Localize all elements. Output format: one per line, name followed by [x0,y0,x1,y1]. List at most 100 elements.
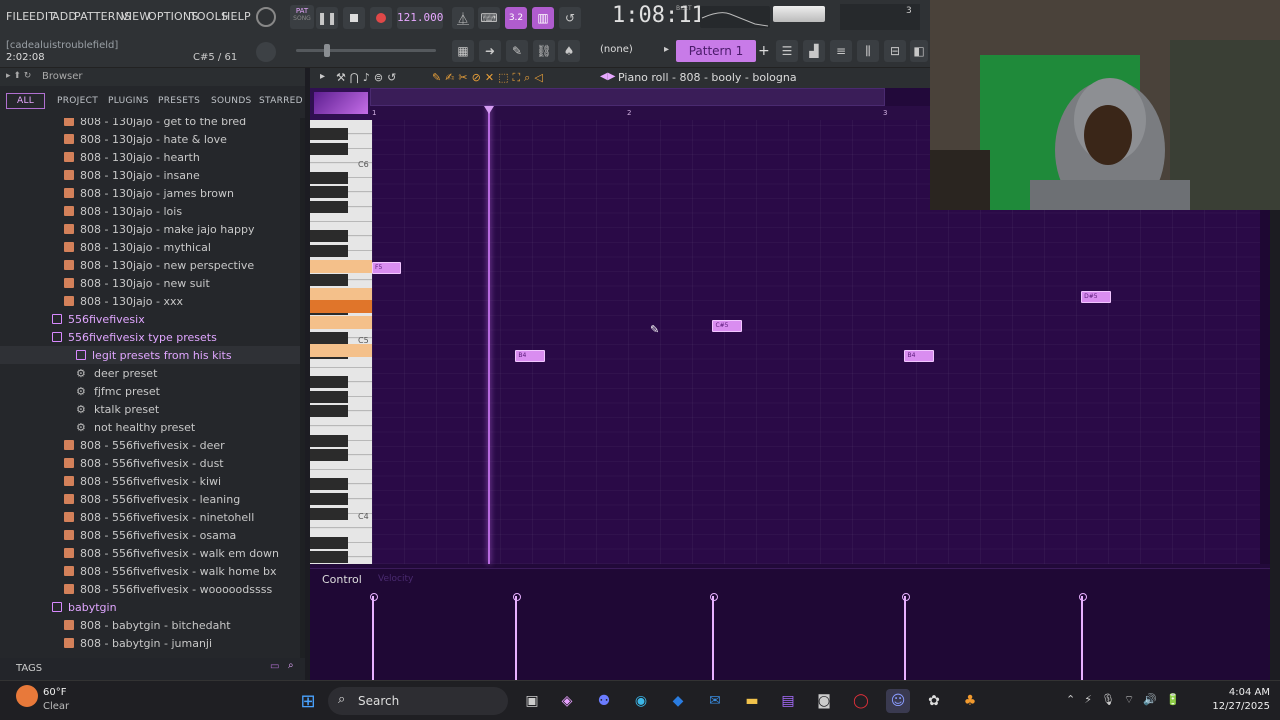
black-key[interactable] [310,244,348,257]
browser-item[interactable]: 808 - 556fivefivesix - dust [0,454,305,472]
black-key[interactable] [310,142,348,155]
browser-preset[interactable]: ⚙ ktalk preset [0,400,305,418]
tempo-display[interactable]: 121.000 [397,7,443,29]
tab-project[interactable]: PROJECT [57,96,98,106]
browser-folder[interactable]: 556fivefivesix [0,310,305,328]
mixer-button[interactable]: ≡ [830,40,852,62]
faders-button[interactable]: ⫼ [857,40,879,62]
menu-view[interactable]: VIEW [121,10,150,23]
stamp-button[interactable]: ♠ [558,40,580,62]
teams-icon[interactable]: ⚉ [592,689,616,713]
note[interactable]: C#5 [712,320,742,333]
add-pattern-icon[interactable]: + [758,43,770,59]
black-key[interactable] [310,201,348,213]
black-key[interactable] [310,536,348,549]
black-key[interactable] [310,230,348,243]
black-key[interactable] [310,274,348,286]
typing-keyboard-button[interactable]: ▥ [532,7,554,29]
browser-scrollbar[interactable] [300,118,305,658]
note[interactable]: F5 [372,262,402,274]
browser-item[interactable]: 808 - 556fivefivesix - kiwi [0,472,305,490]
tab-plugins[interactable]: PLUGINS [108,96,149,106]
master-volume-knob[interactable] [256,7,276,27]
browser-preset[interactable]: ⚙ not healthy preset [0,418,305,436]
tab-sounds[interactable]: SOUNDS [211,96,252,106]
windows-start-icon[interactable]: ⊞ [296,689,320,713]
browser-item[interactable]: 808 - 556fivefivesix - deer [0,436,305,454]
weather-icon[interactable] [16,685,38,707]
browser-item[interactable]: 808 - 130jajo - hate & love [0,130,305,148]
pattern-arrow-icon[interactable]: ▸ [664,44,669,55]
snap-selector[interactable]: (none) [600,44,633,55]
playhead-marker-icon[interactable] [484,106,494,114]
browser-item[interactable]: 808 - 130jajo - get to the bred [0,118,305,130]
browser-folder[interactable]: 556fivefivesix type presets [0,328,305,346]
menu-help[interactable]: HELP [222,10,251,23]
edge-icon[interactable]: ◉ [629,689,653,713]
copilot-icon[interactable]: ◈ [555,689,579,713]
master-pitch-slider[interactable] [296,44,436,57]
clock-time[interactable]: 4:04 AM [1214,687,1270,698]
stop-button[interactable] [343,7,365,29]
metronome-button[interactable]: ⏅ [452,7,474,29]
dropbox-icon[interactable]: ◆ [666,689,690,713]
black-key[interactable] [310,551,348,564]
browser-item[interactable]: 808 - 556fivefivesix - walk em down [0,544,305,562]
browser-item[interactable]: 808 - 130jajo - insane [0,166,305,184]
search-icon[interactable]: ⌕ [288,660,294,671]
camera-icon[interactable]: ◙ [812,689,836,713]
menu-file[interactable]: FILE [6,10,29,23]
fl-studio-icon[interactable]: ♣ [958,689,982,713]
browser-item[interactable]: 808 - 130jajo - make jajo happy [0,220,305,238]
clock-date[interactable]: 12/27/2025 [1204,701,1270,712]
black-key[interactable] [310,478,348,491]
browser-item[interactable]: 808 - 130jajo - hearth [0,148,305,166]
browser-item[interactable]: 808 - 556fivefivesix - wooooodssss [0,580,305,598]
playhead[interactable] [488,106,490,564]
record-button[interactable] [370,7,392,29]
arrow-button[interactable]: ➜ [479,40,501,62]
pattern-selector[interactable]: Pattern 1 [676,40,756,62]
pat-song-toggle[interactable]: PAT SONG [290,5,314,29]
browser-item[interactable]: 808 - 556fivefivesix - leaning [0,490,305,508]
black-key[interactable] [310,171,348,184]
pr-target-icon[interactable]: ◀▶ [600,71,615,82]
black-key[interactable] [310,186,348,199]
browser-item[interactable]: 808 - 130jajo - lois [0,202,305,220]
chatgpt-icon[interactable]: ✿ [922,689,946,713]
browser-preset[interactable]: ⚙ fjfmc preset [0,382,305,400]
folder-icon[interactable]: ▭ [270,661,279,672]
browser-item[interactable]: 808 - 130jajo - xxx [0,292,305,310]
note[interactable]: D#5 [1081,291,1111,304]
overview-strip[interactable] [370,88,885,106]
velocity-bar[interactable] [370,593,378,680]
pr-menu-arrow-icon[interactable]: ▸ [320,71,325,82]
velocity-bar[interactable] [1079,593,1088,680]
browser-item[interactable]: 808 - babytgin - jumanji [0,634,305,652]
channel-rack-button[interactable]: ☰ [776,40,798,62]
browser-preset[interactable]: ⚙ deer preset [0,364,305,382]
black-key[interactable] [310,128,348,140]
control-label[interactable]: Control [322,573,362,586]
black-key[interactable] [310,493,348,505]
black-key[interactable] [310,449,348,462]
note[interactable]: B4 [515,349,545,362]
black-key[interactable] [310,332,348,345]
note[interactable]: B4 [904,349,934,362]
playlist-button[interactable]: ▦ [452,40,474,62]
piano-roll-button[interactable]: ▟ [803,40,825,62]
search-box[interactable]: ⌕ Search [328,687,508,715]
clipchamp-icon[interactable]: ▤ [776,689,800,713]
step-button[interactable]: 3.2 [505,7,527,29]
mail-icon[interactable]: ✉ [703,689,727,713]
browser-item[interactable]: 808 - 556fivefivesix - osama [0,526,305,544]
wait-input-button[interactable]: ⌨ [478,7,500,29]
zoom-handle[interactable] [314,92,368,114]
system-tray-icons[interactable]: ⌃⚡🎙⌔🔊🔋 [1066,693,1189,707]
browser-item[interactable]: 808 - babytgin - bitchedaht [0,616,305,634]
black-key[interactable] [310,376,348,389]
black-key[interactable] [310,507,348,520]
pitch-knob[interactable] [256,42,276,62]
task-view-icon[interactable]: ▣ [520,689,544,713]
pause-button[interactable]: ❚❚ [316,7,338,29]
